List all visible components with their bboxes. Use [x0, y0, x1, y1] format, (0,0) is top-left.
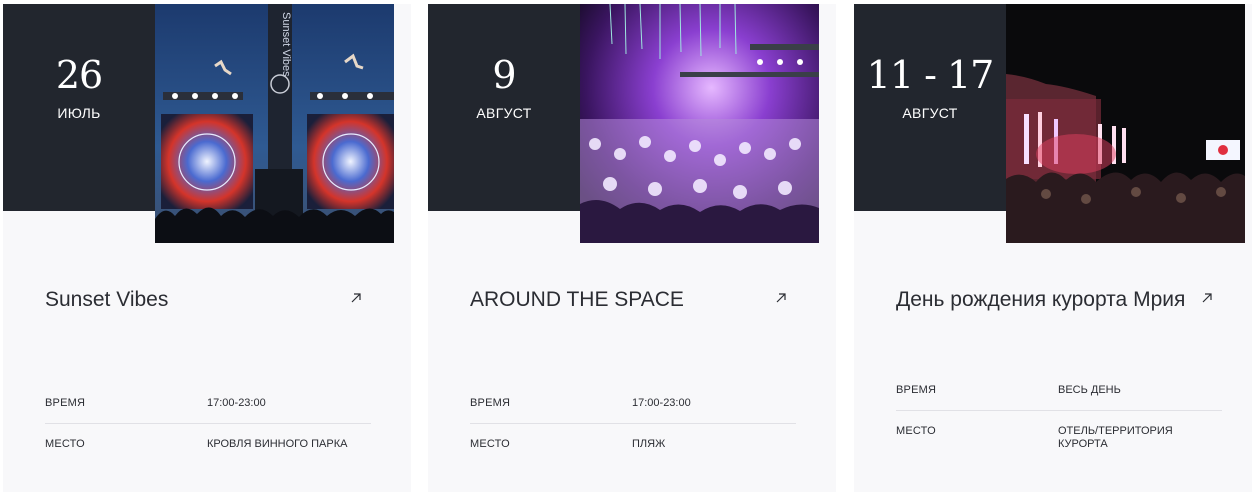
time-value: 17:00-23:00 — [632, 397, 691, 409]
event-photo-night-festival[interactable] — [1006, 4, 1245, 243]
event-month: ИЮЛЬ — [57, 105, 101, 121]
event-month: АВГУСТ — [476, 105, 532, 121]
event-place-row: МЕСТО ПЛЯЖ — [470, 438, 796, 466]
place-label: МЕСТО — [470, 438, 510, 450]
event-photo-crowd[interactable] — [580, 4, 819, 243]
time-value: 17:00-23:00 — [207, 397, 266, 409]
event-place-row: МЕСТО ОТЕЛЬ/ТЕРРИТОРИЯ КУРОРТА — [896, 425, 1222, 453]
time-label: ВРЕМЯ — [896, 384, 937, 396]
place-value: ОТЕЛЬ/ТЕРРИТОРИЯ КУРОРТА — [1058, 425, 1173, 450]
arrow-up-right-icon[interactable] — [775, 292, 787, 304]
event-time-row: ВРЕМЯ ВЕСЬ ДЕНЬ — [896, 384, 1222, 412]
arrow-up-right-icon[interactable] — [350, 292, 362, 304]
arrow-up-right-icon[interactable] — [1201, 292, 1213, 304]
time-value: ВЕСЬ ДЕНЬ — [1058, 384, 1121, 396]
event-card-around-the-space[interactable]: 9 АВГУСТ AROUND THE SPACE ВРЕМЯ 17:00-23… — [428, 4, 836, 492]
event-time-row: ВРЕМЯ 17:00-23:00 — [45, 397, 371, 425]
event-photo-concert-stage[interactable]: Sunset Vibes — [155, 4, 394, 243]
event-day: 11 - 17 — [866, 53, 995, 97]
time-label: ВРЕМЯ — [470, 397, 511, 409]
place-value: КРОВЛЯ ВИННОГО ПАРКА — [207, 438, 348, 450]
event-title[interactable]: Sunset Vibes — [45, 287, 335, 313]
event-card-resort-birthday[interactable]: 11 - 17 АВГУСТ День рождения курорта Мри… — [854, 4, 1252, 492]
divider — [896, 410, 1222, 411]
event-title[interactable]: День рождения курорта Мрия — [896, 287, 1186, 313]
divider — [45, 423, 371, 424]
event-card-sunset-vibes[interactable]: 26 ИЮЛЬ Sunset Vibes Sunset Vibes ВРЕМЯ … — [3, 4, 411, 492]
time-label: ВРЕМЯ — [45, 397, 86, 409]
event-title[interactable]: AROUND THE SPACE — [470, 287, 760, 313]
event-date-box: 11 - 17 АВГУСТ — [854, 4, 1006, 211]
event-date-box: 9 АВГУСТ — [428, 4, 580, 211]
event-day: 9 — [492, 53, 516, 97]
event-place-row: МЕСТО КРОВЛЯ ВИННОГО ПАРКА — [45, 438, 371, 466]
divider — [470, 423, 796, 424]
place-label: МЕСТО — [896, 425, 936, 437]
event-date-box: 26 ИЮЛЬ — [3, 4, 155, 211]
place-label: МЕСТО — [45, 438, 85, 450]
tower-text: Sunset Vibes — [280, 12, 292, 77]
event-time-row: ВРЕМЯ 17:00-23:00 — [470, 397, 796, 425]
place-value: ПЛЯЖ — [632, 438, 666, 450]
event-month: АВГУСТ — [902, 105, 958, 121]
event-day: 26 — [55, 53, 103, 97]
